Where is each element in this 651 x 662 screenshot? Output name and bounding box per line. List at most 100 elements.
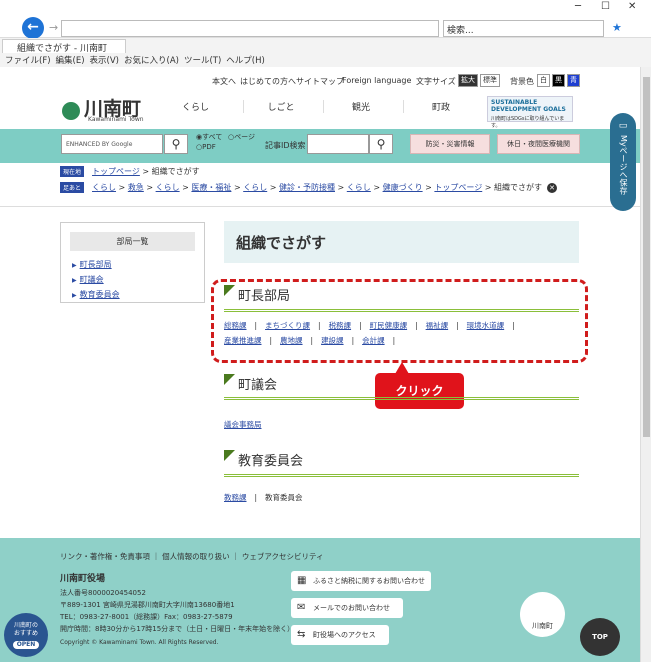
browser-search-input[interactable]: 検索...	[443, 20, 604, 37]
footer-address: 〒889-1301 宮崎県児湯郡川南町大字川南13680番地1	[60, 601, 235, 609]
menu-file[interactable]: ファイル(F)	[5, 56, 51, 66]
folder-icon: ▭	[618, 121, 628, 131]
footer-link-copyright[interactable]: リンク・著作権・免責事項	[60, 552, 150, 561]
access-button[interactable]: ⇆ 町役場へのアクセス	[291, 625, 389, 645]
mypage-save-button[interactable]: ▭ Myページへ保存	[610, 113, 636, 211]
util-sitemap-link[interactable]: サイトマップ	[296, 76, 344, 87]
menu-view[interactable]: 表示(V)	[90, 56, 119, 66]
sdgs-title: SUSTAINABLE DEVELOPMENT GOALS	[491, 99, 566, 113]
site-header: 川南町 Kawaminami Town 本文へ はじめての方へ サイトマップ F…	[0, 67, 640, 129]
footer-corp-number: 法人番号8000020454052	[60, 589, 146, 597]
menu-favorites[interactable]: お気に入り(A)	[124, 56, 179, 66]
footer-tel: TEL：0983-27-8001（総務課）Fax：0983-27-5879	[60, 613, 233, 621]
dept-link-gikai-jimukyoku[interactable]: 議会事務局	[224, 420, 262, 429]
town-map-badge: 川南町	[520, 592, 565, 637]
util-skip-link[interactable]: 本文へ	[212, 76, 236, 87]
breadcrumb-top-link[interactable]: トップページ	[92, 167, 140, 176]
history-tag: 足あと	[60, 182, 85, 193]
sidebar: 部局一覧 町長部局 町議会 教育委員会	[60, 222, 205, 303]
menu-help[interactable]: ヘルプ(H)	[226, 56, 265, 66]
radio-page[interactable]: ○ページ	[228, 132, 255, 142]
address-bar[interactable]	[61, 20, 439, 37]
history-link[interactable]: くらし	[347, 183, 371, 192]
history-link[interactable]: くらし	[156, 183, 180, 192]
text-size-label: 文字サイズ	[416, 77, 456, 86]
mail-inquiry-button[interactable]: ✉ メールでのお問い合わせ	[291, 598, 403, 618]
page-scrollbar[interactable]	[640, 67, 651, 662]
footer-copyright: Copyright © Kawaminami Town. All Rights …	[60, 639, 219, 646]
scrollbar-thumb[interactable]	[643, 77, 650, 437]
sidebar-item-kyoiku[interactable]: 教育委員会	[72, 289, 120, 300]
menu-tools[interactable]: ツール(T)	[184, 56, 221, 66]
history-current-page: 組織でさがす	[494, 183, 543, 192]
favorites-star-icon[interactable]: ★	[612, 21, 622, 34]
history-link[interactable]: 医療・福祉	[191, 183, 231, 192]
text-size-standard-button[interactable]: 標準	[480, 74, 500, 87]
page-title: 組織でさがす	[224, 221, 579, 263]
recommend-button[interactable]: 川南町の おすすめ OPEN	[4, 613, 48, 657]
util-beginners-link[interactable]: はじめての方へ	[240, 76, 296, 87]
util-foreign-link[interactable]: Foreign language	[342, 76, 411, 85]
dept-link-kyomu[interactable]: 教務課	[224, 493, 247, 502]
page-content: 川南町 Kawaminami Town 本文へ はじめての方へ サイトマップ F…	[0, 67, 640, 662]
history-link[interactable]: 健康づくり	[383, 183, 423, 192]
tab-strip: 組織でさがす - 川南町	[0, 38, 651, 53]
sidebar-item-chocho[interactable]: 町長部局	[72, 259, 112, 270]
nav-kurashi[interactable]: くらし	[158, 100, 233, 113]
bg-white-button[interactable]: 白	[537, 74, 550, 87]
bg-blue-button[interactable]: 青	[567, 74, 580, 87]
section-heading-gikai: 町議会	[224, 374, 579, 393]
history-link[interactable]: くらし	[243, 183, 267, 192]
article-id-input[interactable]	[307, 134, 369, 154]
nav-shigoto[interactable]: しごと	[243, 100, 318, 113]
radio-all[interactable]: ◉すべて	[196, 132, 222, 142]
gift-icon: ▦	[297, 575, 307, 586]
history-link[interactable]: 健診・予防接種	[279, 183, 335, 192]
site-footer: リンク・著作権・免責事項 ｜ 個人情報の取り扱い ｜ ウェブアクセシビリティ 川…	[0, 538, 640, 662]
history-link[interactable]: くらし	[92, 183, 116, 192]
nav-chosei[interactable]: 町政	[403, 100, 478, 113]
text-size-large-button[interactable]: 拡大	[458, 74, 478, 87]
forward-icon[interactable]: →	[49, 21, 58, 34]
furusato-inquiry-button[interactable]: ▦ ふるさと納税に関するお問い合わせ	[291, 571, 431, 591]
browser-tab[interactable]: 組織でさがす - 川南町	[2, 39, 126, 53]
footer-links: リンク・著作権・免責事項 ｜ 個人情報の取り扱い ｜ ウェブアクセシビリティ	[60, 552, 324, 561]
dept-links-row: 議会事務局	[224, 419, 262, 430]
menu-edit[interactable]: 編集(E)	[56, 56, 85, 66]
back-to-top-button[interactable]: TOP	[580, 618, 620, 656]
disaster-info-button[interactable]: 防災・災害情報	[410, 134, 490, 154]
nav-kanko[interactable]: 観光	[323, 100, 398, 113]
radio-pdf[interactable]: ○PDF	[196, 143, 216, 151]
history-link[interactable]: 救急	[128, 183, 144, 192]
footer-hours: 開庁時間：8時30分から17時15分まで（土日・日曜日・年末年始を除く）	[60, 625, 295, 633]
sdgs-banner[interactable]: SUSTAINABLE DEVELOPMENT GOALS 川南町はSDGsに取…	[487, 96, 573, 129]
section-underline	[224, 474, 579, 477]
search-icon[interactable]: ⚲	[164, 134, 188, 154]
breadcrumb-current-page: 組織でさがす	[151, 167, 200, 176]
sidebar-item-gikai[interactable]: 町議会	[72, 274, 104, 285]
back-icon[interactable]: ←	[22, 17, 44, 39]
minimize-icon[interactable]: ─	[575, 1, 581, 12]
google-search-input[interactable]: ENHANCED BY Google	[61, 134, 163, 154]
bg-color-label: 背景色	[510, 77, 534, 86]
window-titlebar: ─ ☐ ✕	[0, 0, 651, 16]
sdgs-text: 川南町はSDGsに取り組んでいます。	[491, 116, 565, 129]
history-breadcrumb: 足あと くらし > 救急 > くらし > 医療・福祉 > くらし > 健診・予防接…	[60, 182, 558, 193]
footer-link-accessibility[interactable]: ウェブアクセシビリティ	[242, 552, 324, 561]
close-history-icon[interactable]: ✕	[547, 182, 558, 193]
footer-office-name: 川南町役場	[60, 574, 106, 584]
bg-black-button[interactable]: 黒	[552, 74, 565, 87]
close-icon[interactable]: ✕	[628, 1, 636, 12]
breadcrumb: 現在地 トップページ > 組織でさがす	[60, 166, 200, 177]
history-link[interactable]: トップページ	[434, 183, 482, 192]
maximize-icon[interactable]: ☐	[601, 1, 610, 12]
article-id-label: 記事ID検索	[265, 141, 306, 150]
sidebar-title: 部局一覧	[70, 232, 195, 251]
site-subtitle: Kawaminami Town	[88, 116, 144, 123]
holiday-medical-button[interactable]: 休日・夜間医療機関	[497, 134, 580, 154]
section-underline	[224, 397, 579, 400]
article-id-search-icon[interactable]: ⚲	[369, 134, 393, 154]
dept-text-kyoiku-iinkai: 教育委員会	[265, 493, 303, 502]
footer-link-privacy[interactable]: 個人情報の取り扱い	[162, 552, 230, 561]
town-emblem-icon	[62, 102, 80, 120]
